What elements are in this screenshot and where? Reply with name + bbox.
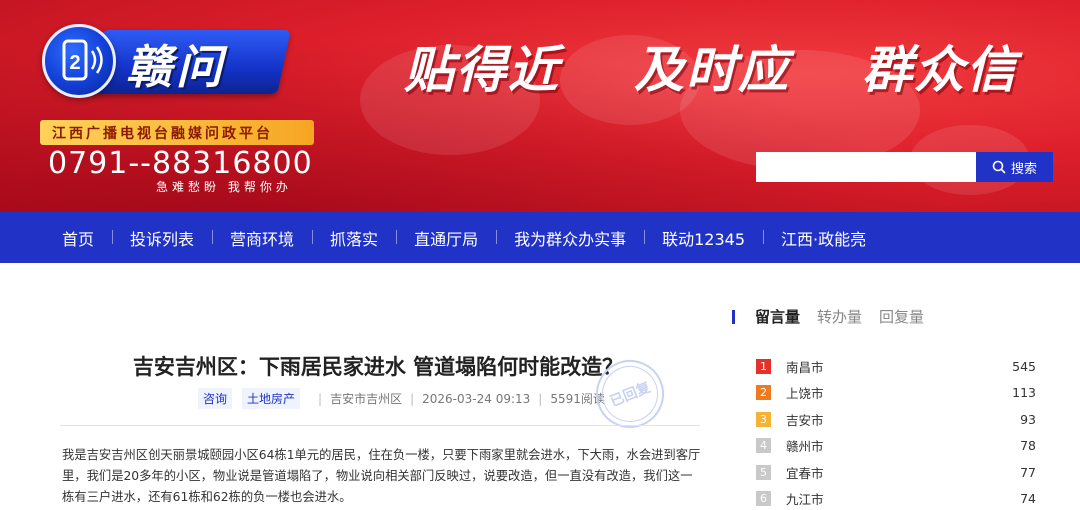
search-button-label: 搜索 — [1010, 161, 1037, 177]
rank-count: 113 — [1012, 385, 1036, 401]
article-datetime: 2026-03-24 09:13 — [422, 391, 531, 406]
tab-reply-count[interactable]: 回复量 — [879, 306, 924, 327]
list-item[interactable]: 2 上饶市 113 — [756, 380, 1036, 407]
meta-separator: | — [538, 391, 543, 406]
rank-badge: 1 — [756, 358, 771, 374]
tab-message-count[interactable]: 留言量 — [755, 306, 800, 327]
nav-home[interactable]: 首页 — [44, 226, 112, 250]
svg-text:2: 2 — [69, 52, 80, 74]
sidebar-bullet — [732, 309, 735, 324]
rank-count: 78 — [1020, 438, 1036, 454]
rank-city: 上饶市 — [786, 386, 824, 402]
rank-badge: 5 — [756, 464, 771, 480]
article-meta: 咨询 土地房产 | 吉安市吉州区 | 2026-03-24 09:13 | 55… — [198, 388, 605, 409]
list-item[interactable]: 3 吉安市 93 — [756, 406, 1036, 433]
rank-city: 赣州市 — [786, 439, 824, 455]
motto-3: 群众信 — [862, 41, 1018, 99]
nav-12345[interactable]: 联动12345 — [644, 226, 763, 250]
list-item[interactable]: 4 赣州市 78 — [756, 433, 1036, 460]
header-banner: 2 赣问 江西广播电视台融媒问政平台 0791--88316800 急难愁盼 我… — [0, 0, 1080, 212]
rank-badge: 4 — [756, 438, 771, 454]
rank-count: 545 — [1012, 358, 1036, 374]
motto-1: 贴得近 — [404, 41, 560, 99]
platform-slogan: 江西广播电视台融媒问政平台 — [52, 126, 273, 142]
tag-consult[interactable]: 咨询 — [198, 388, 233, 409]
phone-signal-icon: 2 — [62, 39, 103, 81]
list-item[interactable]: 6 九江市 74 — [756, 486, 1036, 510]
nav-jiangxi-zhengnengliang[interactable]: 江西·政能亮 — [763, 226, 884, 250]
list-item[interactable]: 1 南昌市 545 — [756, 353, 1036, 380]
main-nav: 首页 投诉列表 营商环境 抓落实 直通厅局 我为群众办实事 联动12345 江西… — [0, 212, 1080, 263]
tag-land-housing[interactable]: 土地房产 — [242, 388, 301, 409]
rank-city: 南昌市 — [786, 359, 824, 375]
meta-separator: | — [410, 391, 415, 406]
rank-city: 宜春市 — [786, 465, 824, 481]
rank-count: 93 — [1020, 411, 1036, 427]
rank-city: 九江市 — [786, 492, 824, 508]
rank-badge: 3 — [756, 411, 771, 427]
rank-badge: 6 — [756, 491, 771, 507]
rank-count: 74 — [1020, 491, 1036, 507]
rank-city: 吉安市 — [786, 412, 824, 428]
rank-count: 77 — [1020, 464, 1036, 480]
nav-implementation[interactable]: 抓落实 — [312, 226, 396, 250]
meta-separator: | — [318, 391, 323, 406]
hotline-subtitle: 急难愁盼 我帮你办 — [156, 180, 292, 194]
article-region: 吉安市吉州区 — [330, 392, 403, 406]
article-divider — [60, 425, 700, 426]
search-input[interactable] — [756, 152, 976, 182]
nav-direct-departments[interactable]: 直通厅局 — [396, 226, 496, 250]
list-item[interactable]: 5 宜春市 77 — [756, 459, 1036, 486]
rank-badge: 2 — [756, 385, 771, 401]
nav-complaint-list[interactable]: 投诉列表 — [112, 226, 212, 250]
sidebar-tabs: 留言量 转办量 回复量 — [732, 306, 941, 327]
tab-transfer-count[interactable]: 转办量 — [817, 306, 862, 327]
logo-name: 赣问 — [126, 40, 226, 94]
nav-business-environment[interactable]: 营商环境 — [212, 226, 312, 250]
search-button[interactable]: 搜索 — [976, 152, 1053, 182]
article-body: 我是吉安吉州区创天丽景城颐园小区64栋1单元的居民，住在负一楼，只要下雨家里就会… — [62, 448, 701, 504]
motto-2: 及时应 — [634, 41, 790, 99]
hotline-number: 0791--88316800 — [48, 146, 313, 181]
city-ranking-list: 1 南昌市 545 2 上饶市 113 3 吉安市 93 4 赣州市 78 5 … — [756, 353, 1036, 510]
nav-practical-affairs[interactable]: 我为群众办实事 — [496, 226, 644, 250]
search-icon — [992, 160, 1006, 174]
logo-badge: 2 — [42, 24, 116, 98]
